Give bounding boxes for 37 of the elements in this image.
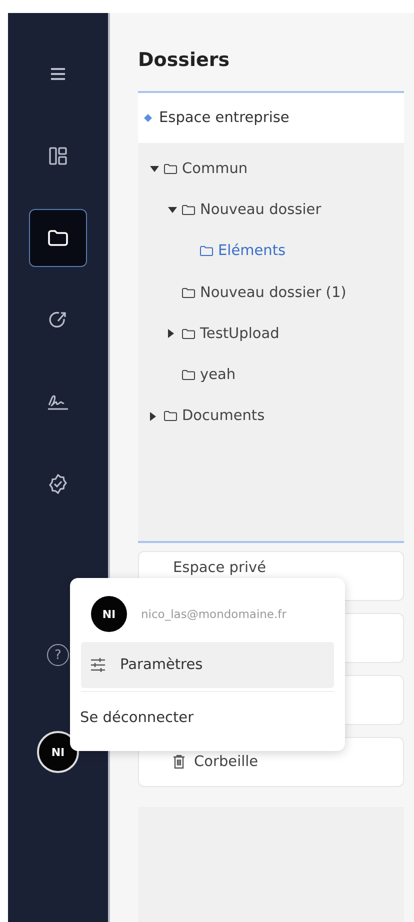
caret-right-icon[interactable] — [150, 412, 156, 421]
help-button[interactable]: ? — [47, 644, 69, 666]
user-avatar[interactable]: NI — [37, 731, 79, 773]
dashboard-icon — [49, 147, 67, 165]
folder-item[interactable]: TestUpload — [182, 326, 280, 342]
user-avatar: NI — [91, 596, 127, 632]
folder-item[interactable]: Nouveau dossier — [182, 202, 322, 218]
menu-item[interactable]: Paramètres — [81, 642, 334, 688]
diamond-icon — [144, 114, 152, 122]
folder-icon — [182, 370, 195, 380]
space-header[interactable]: Espace entreprise — [138, 93, 404, 143]
menu-icon — [50, 67, 66, 81]
page-title: Dossiers — [138, 49, 231, 71]
caret-down-icon[interactable] — [150, 166, 159, 172]
caret-right-icon[interactable] — [168, 329, 174, 338]
folder-item[interactable]: yeah — [182, 367, 236, 384]
caret-down-icon[interactable] — [168, 206, 177, 213]
folder-icon — [182, 328, 195, 339]
sliders-icon — [90, 658, 106, 672]
folder-item[interactable]: Eléments — [200, 243, 286, 260]
badge-check-icon — [48, 474, 68, 494]
user-email: nico_las@mondomaine.fr — [141, 607, 286, 621]
card-label: Corbeille — [194, 754, 258, 770]
trash-icon — [173, 755, 185, 769]
folder-icon — [164, 411, 177, 422]
folder-icon — [48, 230, 68, 246]
folder-item[interactable]: Documents — [164, 408, 265, 424]
folder-icon — [182, 204, 195, 215]
folder-item[interactable]: Nouveau dossier (1) — [182, 284, 346, 301]
space-label: Espace entreprise — [159, 110, 290, 126]
signature-icon — [47, 393, 69, 411]
folder-icon — [182, 288, 195, 298]
folder-item[interactable]: Commun — [164, 160, 248, 177]
folder-icon — [164, 164, 177, 174]
card-label: Espace privé — [173, 560, 266, 576]
sidebar-item[interactable] — [29, 209, 87, 267]
folder-icon — [200, 246, 213, 256]
